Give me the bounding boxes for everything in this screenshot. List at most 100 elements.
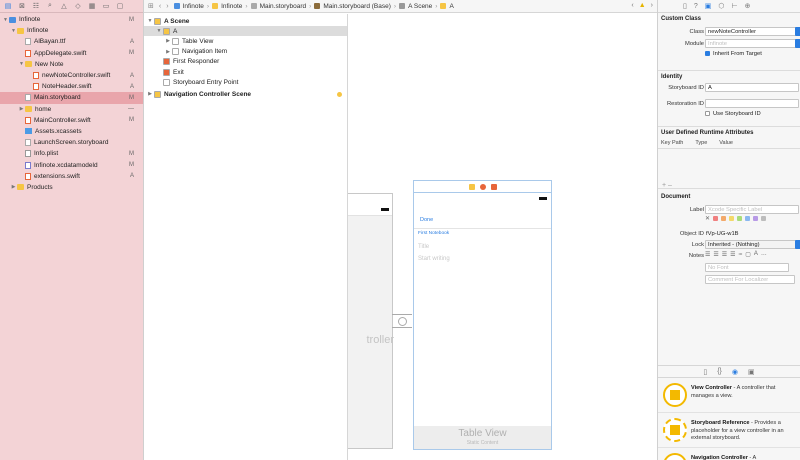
outline-item[interactable]: ▼ A Scene <box>144 16 347 26</box>
chevron-right-icon[interactable]: › <box>651 2 653 9</box>
segue-icon[interactable] <box>398 317 407 326</box>
breadcrumb-item[interactable]: A Scene <box>399 3 432 10</box>
value-column[interactable]: Value <box>719 140 733 146</box>
storyboard-canvas[interactable]: troller Done First Notebook Title Start <box>348 14 657 460</box>
media-library-icon[interactable]: ▣ <box>748 368 755 376</box>
attributes-inspector-icon[interactable]: ⬡ <box>718 2 724 10</box>
breakpoint-icon[interactable]: ▭ <box>102 2 110 10</box>
use-storyboard-id-row[interactable]: Use Storyboard ID <box>705 111 761 117</box>
report-icon[interactable]: ▢ <box>116 2 124 10</box>
color-swatch[interactable] <box>737 216 743 221</box>
navigator-item[interactable]: ▼ Infinote M <box>0 14 143 25</box>
navigator-item[interactable]: extensions.swift A <box>0 171 143 182</box>
navigator-item[interactable]: MainController.swift M <box>0 115 143 126</box>
font-field[interactable]: No Font <box>705 263 789 272</box>
breadcrumb-item[interactable]: Infinote <box>212 3 242 10</box>
align-left-icon[interactable]: ☰ <box>705 251 710 258</box>
color-swatch[interactable] <box>761 216 767 221</box>
disclosure-icon[interactable]: ▼ <box>155 28 163 34</box>
disclosure-icon[interactable]: ▶ <box>146 91 154 97</box>
comment-field[interactable]: Comment For Localizer <box>705 275 795 284</box>
back-icon[interactable]: ‹ <box>159 3 161 10</box>
line-spacing-icon[interactable]: ┅ <box>739 251 743 258</box>
navigator-item[interactable]: Assets.xcassets <box>0 126 143 137</box>
title-field[interactable]: Title <box>418 244 429 250</box>
color-swatch[interactable] <box>713 216 719 221</box>
disclosure-icon[interactable]: ▼ <box>18 61 25 67</box>
code-snippet-icon[interactable]: {} <box>717 368 722 375</box>
library-item[interactable]: View Controller - A controller that mana… <box>658 379 800 413</box>
color-swatch[interactable] <box>729 216 735 221</box>
navigator-item[interactable]: LaunchScreen.storyboard <box>0 137 143 148</box>
warning-icon[interactable]: △ <box>60 2 68 10</box>
inherit-checkbox[interactable] <box>705 51 710 56</box>
library-item[interactable]: Storyboard Reference - Provides a placeh… <box>658 414 800 448</box>
file-template-icon[interactable]: ▯ <box>703 368 707 376</box>
identity-inspector-icon[interactable]: ▣ <box>705 2 712 10</box>
navigator-item[interactable]: AlBayan.ttf A <box>0 36 143 47</box>
navigator-item[interactable]: ▶ home — <box>0 104 143 115</box>
outline-item[interactable]: First Responder <box>144 57 347 67</box>
use-storyboard-id-checkbox[interactable] <box>705 111 710 116</box>
file-inspector-icon[interactable]: ▯ <box>683 2 687 10</box>
storyboard-id-field[interactable]: A <box>705 83 799 92</box>
done-button[interactable]: Done <box>420 217 433 223</box>
exit-icon[interactable] <box>490 183 497 190</box>
label-field[interactable]: Xcode Specific Label <box>705 205 799 214</box>
disclosure-icon[interactable]: ▶ <box>10 184 17 190</box>
connections-inspector-icon[interactable]: ⊕ <box>745 2 751 10</box>
navigator-item[interactable]: Main.storyboard M <box>0 92 143 104</box>
color-swatch[interactable] <box>745 216 751 221</box>
outline-item[interactable]: ▶ Navigation Item <box>144 47 347 57</box>
disclosure-icon[interactable]: ▼ <box>146 18 154 24</box>
debug-icon[interactable]: ▦ <box>88 2 96 10</box>
body-text-view[interactable]: Start writing <box>418 256 450 262</box>
navigator-item[interactable]: Info.plist M <box>0 148 143 159</box>
outline-item[interactable]: ▶ Table View <box>144 36 347 46</box>
navigator-item[interactable]: ▼ Infinote <box>0 25 143 36</box>
class-field[interactable]: newNoteController <box>705 27 799 36</box>
first-responder-icon[interactable] <box>479 183 486 190</box>
module-field[interactable]: Infinote <box>705 39 799 48</box>
search-icon[interactable]: ⌕ <box>46 2 54 10</box>
help-icon[interactable]: ? <box>694 3 698 10</box>
outline-item[interactable]: ▶ Navigation Controller Scene <box>144 89 347 99</box>
size-inspector-icon[interactable]: ⊢ <box>732 2 738 10</box>
scene-view[interactable]: Done First Notebook Title Start writing … <box>413 192 552 450</box>
key-path-column[interactable]: Key Path <box>661 140 683 146</box>
disclosure-icon[interactable]: ▶ <box>164 49 172 55</box>
folder-icon[interactable]: ▤ <box>4 2 12 10</box>
hierarchy-icon[interactable]: ☷ <box>32 2 40 10</box>
type-column[interactable]: Type <box>695 140 707 146</box>
chevron-left-icon[interactable]: ‹ <box>631 2 633 9</box>
lock-dropdown-button[interactable] <box>795 240 800 249</box>
object-library-icon[interactable]: ◉ <box>732 368 738 376</box>
breadcrumb-item[interactable]: Infinote <box>173 3 204 10</box>
segue-connector[interactable] <box>392 310 414 334</box>
disclosure-icon[interactable]: ▶ <box>18 106 25 112</box>
disclosure-icon[interactable]: ▼ <box>10 28 17 34</box>
table-view-placeholder[interactable]: Table View Static Content <box>414 426 551 449</box>
color-swatch[interactable] <box>721 216 727 221</box>
outline-item[interactable]: ▼ A <box>144 26 347 37</box>
outline-item[interactable]: Storyboard Entry Point <box>144 77 347 87</box>
inherit-row[interactable]: Inherit From Target <box>705 51 762 57</box>
class-dropdown-button[interactable] <box>795 27 800 36</box>
disclosure-icon[interactable]: ▼ <box>2 17 9 23</box>
disclosure-icon[interactable]: ▶ <box>164 38 172 44</box>
align-justify-icon[interactable]: ☰ <box>730 251 735 258</box>
navigator-item[interactable]: ▼ New Note <box>0 59 143 70</box>
align-center-icon[interactable]: ☰ <box>713 251 718 258</box>
navigator-item[interactable]: NoteHeader.swift A <box>0 81 143 92</box>
more-icon[interactable]: … <box>761 251 767 258</box>
source-control-icon[interactable]: ⊠ <box>18 2 26 10</box>
breadcrumb-item[interactable]: Main.storyboard (Base) <box>314 3 391 10</box>
grid-icon[interactable]: ⊞ <box>148 2 154 10</box>
breadcrumb-item[interactable]: Main.storyboard <box>250 3 306 10</box>
forward-icon[interactable]: › <box>166 3 168 10</box>
navigator-item[interactable]: Infinote.xcdatamodeld M <box>0 159 143 170</box>
a-scene[interactable]: Done First Notebook Title Start writing … <box>413 180 552 450</box>
navigator-item[interactable]: AppDelegate.swift M <box>0 48 143 59</box>
box-icon[interactable]: ▢ <box>745 251 751 258</box>
library-item[interactable]: Navigation Controller - A <box>658 449 800 460</box>
